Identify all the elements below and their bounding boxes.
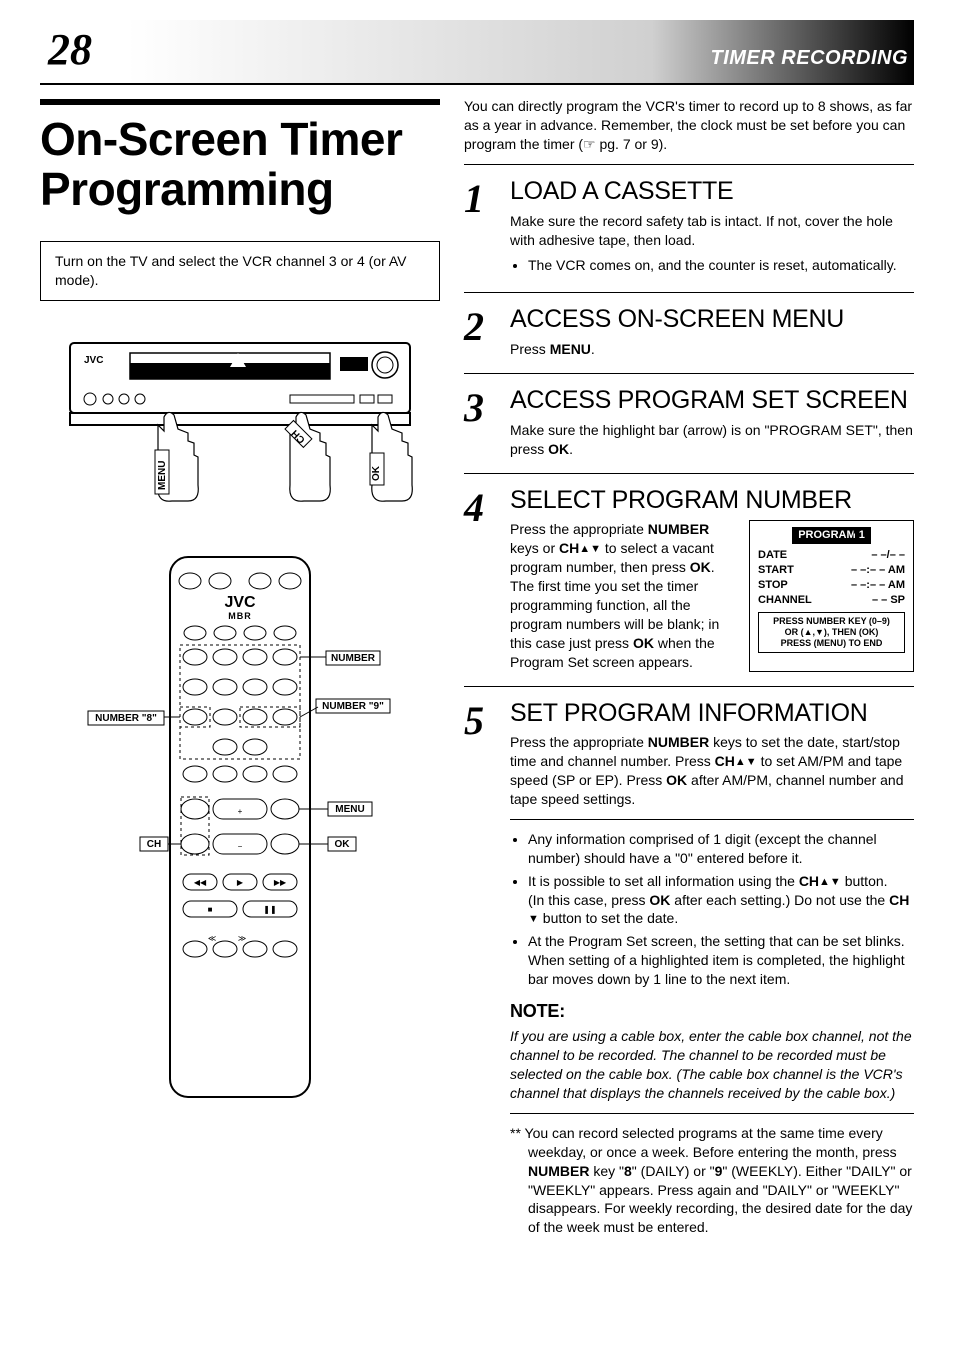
svg-text:◀◀: ◀◀ (194, 878, 207, 887)
svg-text:≫: ≫ (238, 934, 246, 943)
divider (464, 473, 914, 474)
intro-box: Turn on the TV and select the VCR channe… (40, 241, 440, 301)
svg-text:−: − (238, 842, 243, 851)
remote-number8-label: NUMBER "8" (95, 713, 157, 724)
bullet-item: At the Program Set screen, the setting t… (528, 932, 914, 989)
step-number: 5 (464, 697, 496, 1238)
osd-hint: PRESS NUMBER KEY (0–9) OR (▲,▼), THEN (O… (758, 612, 905, 654)
divider (510, 819, 914, 820)
remote-number-label: NUMBER (331, 653, 376, 664)
remote-ok-label: OK (335, 839, 351, 850)
page-number: 28 (40, 20, 100, 79)
step-bullets: The VCR comes on, and the counter is res… (510, 256, 914, 275)
vcr-menu-label: MENU (157, 460, 168, 489)
remote-brand: JVC (224, 594, 256, 611)
step-text: Make sure the record safety tab is intac… (510, 212, 914, 250)
step-text: Press the appropriate NUMBER keys to set… (510, 733, 914, 809)
step-number: 3 (464, 384, 496, 459)
svg-text:+: + (238, 807, 243, 816)
divider (464, 292, 914, 293)
step-number: 1 (464, 175, 496, 278)
bullet-item: It is possible to set all information us… (528, 872, 914, 929)
step-text: Press MENU. (510, 340, 914, 359)
step-title: ACCESS PROGRAM SET SCREEN (510, 384, 914, 418)
step-title: ACCESS ON-SCREEN MENU (510, 303, 914, 337)
step-text: Make sure the highlight bar (arrow) is o… (510, 421, 914, 459)
page-header: 28 TIMER RECORDING (40, 20, 914, 85)
step-text: Press the appropriate NUMBER keys or CH▲… (510, 520, 737, 671)
bullet-item: The VCR comes on, and the counter is res… (528, 256, 914, 275)
note-body: If you are using a cable box, enter the … (510, 1027, 914, 1103)
divider (464, 164, 914, 165)
step-4: 4 SELECT PROGRAM NUMBER Press the approp… (464, 480, 914, 680)
remote-ch-label: CH (147, 839, 161, 850)
jvc-logo: JVC (84, 355, 103, 366)
osd-preview: PROGRAM 1 ↖ DATE– –/– – START– –:– – AM … (749, 520, 914, 671)
svg-text:▶▶: ▶▶ (274, 878, 287, 887)
section-title: TIMER RECORDING (711, 45, 915, 72)
remote-illustration: JVC MBR (40, 549, 440, 1109)
svg-text:■: ■ (208, 905, 213, 914)
step-bullets: Any information comprised of 1 digit (ex… (510, 830, 914, 989)
divider (464, 686, 914, 687)
step-1: 1 LOAD A CASSETTE Make sure the record s… (464, 171, 914, 286)
remote-number9-label: NUMBER "9" (322, 701, 384, 712)
osd-program: PROGRAM 1 (792, 527, 871, 544)
bullet-item: Any information comprised of 1 digit (ex… (528, 830, 914, 868)
step-number: 4 (464, 484, 496, 672)
right-column: You can directly program the VCR's timer… (464, 93, 914, 1245)
svg-text:▶: ▶ (237, 878, 244, 887)
step-5: 5 SET PROGRAM INFORMATION Press the appr… (464, 693, 914, 1246)
intro-paragraph: You can directly program the VCR's timer… (464, 97, 914, 154)
note-heading: NOTE: (510, 999, 914, 1023)
remote-menu-label: MENU (335, 804, 364, 815)
svg-text:≪: ≪ (208, 934, 216, 943)
step-2: 2 ACCESS ON-SCREEN MENU Press MENU. (464, 299, 914, 367)
left-column: On-Screen Timer Programming Turn on the … (40, 93, 440, 1245)
vcr-ok-label: OK (371, 465, 382, 481)
step-number: 2 (464, 303, 496, 359)
main-title: On-Screen Timer Programming (40, 99, 440, 214)
step-title: LOAD A CASSETTE (510, 175, 914, 209)
divider (464, 373, 914, 374)
svg-text:❚❚: ❚❚ (263, 905, 276, 914)
step-3: 3 ACCESS PROGRAM SET SCREEN Make sure th… (464, 380, 914, 467)
remote-mbr: MBR (228, 611, 252, 621)
vcr-illustration: JVC ME (40, 325, 440, 525)
step-title: SET PROGRAM INFORMATION (510, 697, 914, 731)
divider (510, 1113, 914, 1114)
step-title: SELECT PROGRAM NUMBER (510, 484, 914, 518)
footnote: ** You can record selected programs at t… (510, 1124, 914, 1237)
